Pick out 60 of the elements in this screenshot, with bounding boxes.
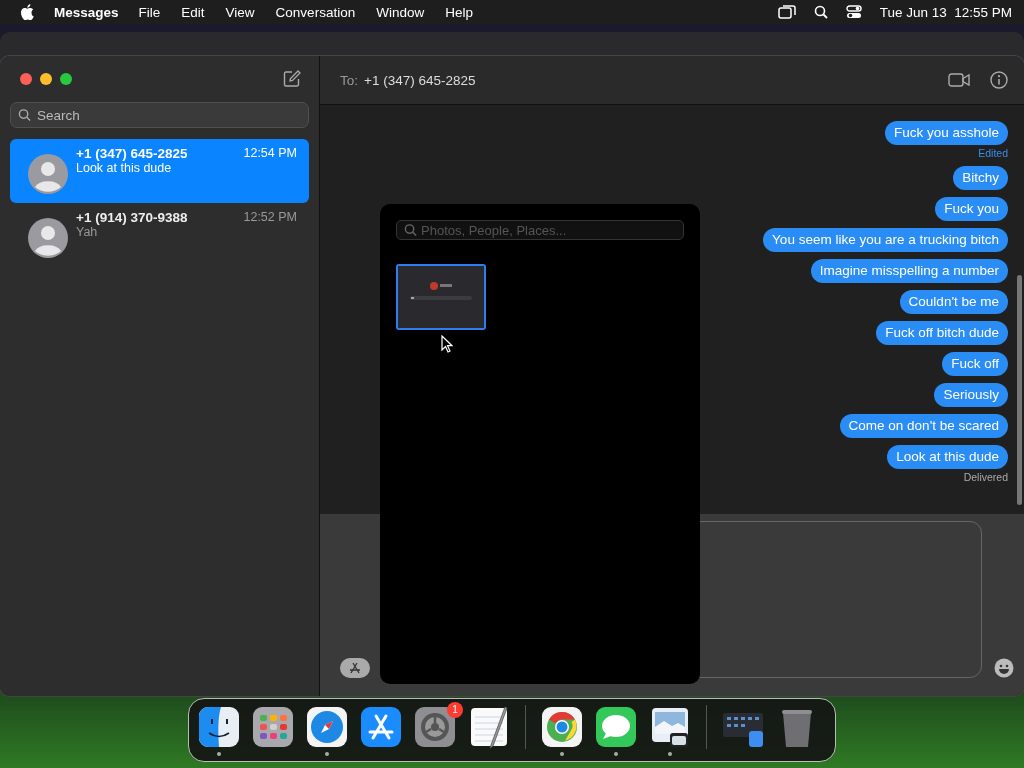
chrome-icon[interactable]	[540, 705, 584, 749]
search-icon	[404, 223, 417, 237]
appstore-icon[interactable]	[359, 705, 403, 749]
apps-button[interactable]	[340, 658, 370, 678]
message-preview: Look at this dude	[76, 161, 173, 175]
message-bubble[interactable]: Fuck you	[935, 197, 1008, 221]
compose-icon[interactable]	[283, 70, 301, 88]
settings-icon[interactable]	[413, 705, 457, 749]
recipient-name[interactable]: +1 (347) 645-2825	[364, 72, 476, 88]
zoom-button[interactable]	[60, 73, 72, 85]
message-bubble[interactable]: Bitchy	[953, 166, 1008, 190]
avatar-icon	[28, 154, 68, 194]
search-field[interactable]: Photos, People, Places...	[396, 220, 684, 240]
contact-name: +1 (914) 370-9388	[76, 210, 188, 225]
notification-badge: 1	[447, 702, 463, 718]
edited-label: Edited	[978, 147, 1008, 159]
search-icon	[18, 108, 31, 122]
launchpad-icon[interactable]	[251, 705, 295, 749]
menu-item[interactable]: File	[138, 4, 161, 20]
emoji-icon[interactable]	[994, 658, 1014, 678]
scrollbar[interactable]	[1017, 275, 1022, 505]
search-field[interactable]: Search	[10, 102, 309, 128]
delivery-status: Delivered	[963, 471, 1008, 483]
app-store-icon	[348, 661, 362, 675]
menu-item[interactable]: View	[225, 4, 255, 20]
minimize-button[interactable]	[40, 73, 52, 85]
message-bubble[interactable]: Seriously	[934, 383, 1008, 407]
menu-item[interactable]: Window	[376, 4, 425, 20]
menu-item[interactable]: Help	[445, 4, 473, 20]
chat-list-item[interactable]: +1 (347) 645-2825 12:54 PM Look at this dude	[10, 139, 309, 203]
search-icon[interactable]	[813, 5, 828, 19]
control-center-icon[interactable]	[845, 5, 862, 19]
message-bubble[interactable]: Fuck off bitch dude	[876, 321, 1008, 345]
message-bubble[interactable]: Look at this dude	[887, 445, 1008, 469]
message-bubble[interactable]: Fuck off	[942, 352, 1008, 376]
app-menu[interactable]: Messages	[54, 4, 119, 20]
contact-name: +1 (347) 645-2825	[76, 146, 188, 161]
message-bubble[interactable]: Fuck you asshole	[884, 121, 1008, 145]
windows-icon[interactable]	[777, 5, 796, 19]
clock[interactable]: Tue Jun 13 12:55 PM	[879, 4, 1012, 20]
message-time: 12:52 PM	[243, 210, 297, 225]
avatar-icon	[28, 218, 68, 258]
message-bubble[interactable]: Couldn't be me	[899, 290, 1008, 314]
to-label: To:	[340, 72, 358, 88]
safari-icon[interactable]	[305, 705, 349, 749]
menu-item[interactable]: Conversation	[275, 4, 356, 20]
info-icon[interactable]	[990, 71, 1008, 89]
apple-icon[interactable]	[20, 4, 34, 20]
video-camera-icon[interactable]	[948, 73, 970, 87]
menu-item[interactable]: Edit	[181, 4, 205, 20]
message-preview: Yah	[76, 225, 99, 239]
message-bubble[interactable]: You seem like you are a trucking bitch	[763, 228, 1008, 252]
messages-icon[interactable]	[594, 705, 638, 749]
message-bubble[interactable]: Imagine misspelling a number	[810, 259, 1008, 283]
message-time: 12:54 PM	[243, 146, 297, 161]
close-button[interactable]	[20, 73, 32, 85]
finder-icon[interactable]	[197, 705, 241, 749]
chat-list-item[interactable]: +1 (914) 370-9388 12:52 PM Yah	[10, 203, 309, 267]
pointer-icon	[441, 335, 453, 353]
message-bubble[interactable]: Come on don't be scared	[839, 414, 1008, 438]
